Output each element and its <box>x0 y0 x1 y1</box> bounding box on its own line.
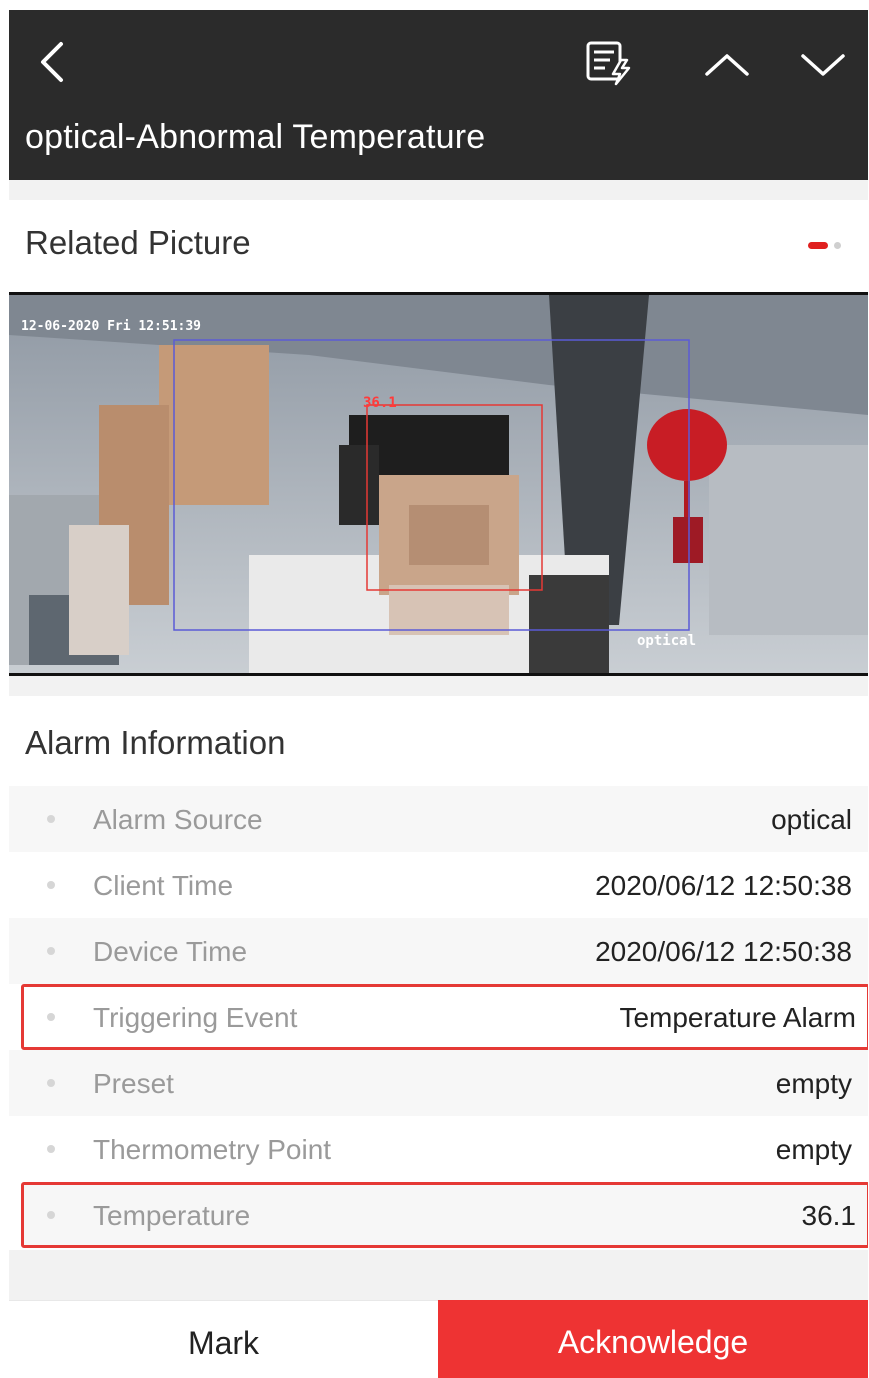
row-label: Thermometry Point <box>93 1134 332 1165</box>
section-divider <box>9 180 868 200</box>
alarm-detail-screen: optical-Abnormal Temperature Related Pic… <box>9 10 868 1378</box>
related-picture-title: Related Picture <box>25 224 251 261</box>
mark-button[interactable]: Mark <box>9 1300 438 1378</box>
chevron-down-icon[interactable] <box>797 46 849 82</box>
preset-row: Preset empty <box>9 1050 868 1116</box>
triggering-event-row: Triggering Event Temperature Alarm <box>21 984 868 1050</box>
top-bar: optical-Abnormal Temperature <box>9 10 868 180</box>
bullet-icon <box>47 1145 55 1153</box>
bullet-icon <box>47 881 55 889</box>
alarm-information-list: Alarm Source optical Client Time 2020/06… <box>9 786 868 1248</box>
acknowledge-button[interactable]: Acknowledge <box>438 1300 868 1378</box>
pager-dot[interactable] <box>834 242 841 249</box>
row-label: Temperature <box>93 1200 251 1231</box>
row-label: Triggering Event <box>93 1002 298 1033</box>
chevron-up-icon[interactable] <box>701 46 753 82</box>
bullet-icon <box>47 815 55 823</box>
row-value: 2020/06/12 12:50:38 <box>595 936 852 967</box>
picture-pager[interactable] <box>808 242 848 250</box>
event-report-icon[interactable] <box>585 40 637 86</box>
row-value: empty <box>775 1134 852 1165</box>
device-time-row: Device Time 2020/06/12 12:50:38 <box>9 918 868 984</box>
bullet-icon <box>47 947 55 955</box>
section-divider <box>9 676 868 696</box>
alarm-information-title: Alarm Information <box>25 724 286 761</box>
osd-temperature: 36.1 <box>363 395 397 411</box>
thermometry-point-row: Thermometry Point empty <box>9 1116 868 1182</box>
bullet-icon <box>47 1013 55 1021</box>
page-title: optical-Abnormal Temperature <box>25 118 486 156</box>
pager-dot-active[interactable] <box>808 242 828 249</box>
row-value: optical <box>771 804 852 835</box>
action-bar: Mark Acknowledge <box>9 1300 868 1378</box>
row-label: Preset <box>93 1068 174 1099</box>
temperature-row: Temperature 36.1 <box>21 1182 868 1248</box>
row-label: Alarm Source <box>93 804 263 835</box>
footer-spacer <box>9 1250 868 1300</box>
bullet-icon <box>47 1079 55 1087</box>
row-value: 2020/06/12 12:50:38 <box>595 870 852 901</box>
row-value: Temperature Alarm <box>619 1002 856 1033</box>
alarm-source-row: Alarm Source optical <box>9 786 868 852</box>
related-picture-header: Related Picture <box>9 200 868 292</box>
bullet-icon <box>47 1211 55 1219</box>
snapshot-scene <box>9 295 868 673</box>
row-value: 36.1 <box>801 1200 857 1231</box>
alarm-snapshot-image[interactable]: 12-06-2020 Fri 12:51:39 36.1 optical <box>9 292 868 676</box>
row-label: Client Time <box>93 870 234 901</box>
row-label: Device Time <box>93 936 248 967</box>
osd-timestamp: 12-06-2020 Fri 12:51:39 <box>21 319 202 334</box>
osd-camera-name: optical <box>637 633 697 649</box>
back-icon[interactable] <box>33 40 73 84</box>
client-time-row: Client Time 2020/06/12 12:50:38 <box>9 852 868 918</box>
row-value: empty <box>775 1068 852 1099</box>
alarm-information-header: Alarm Information <box>9 696 868 786</box>
